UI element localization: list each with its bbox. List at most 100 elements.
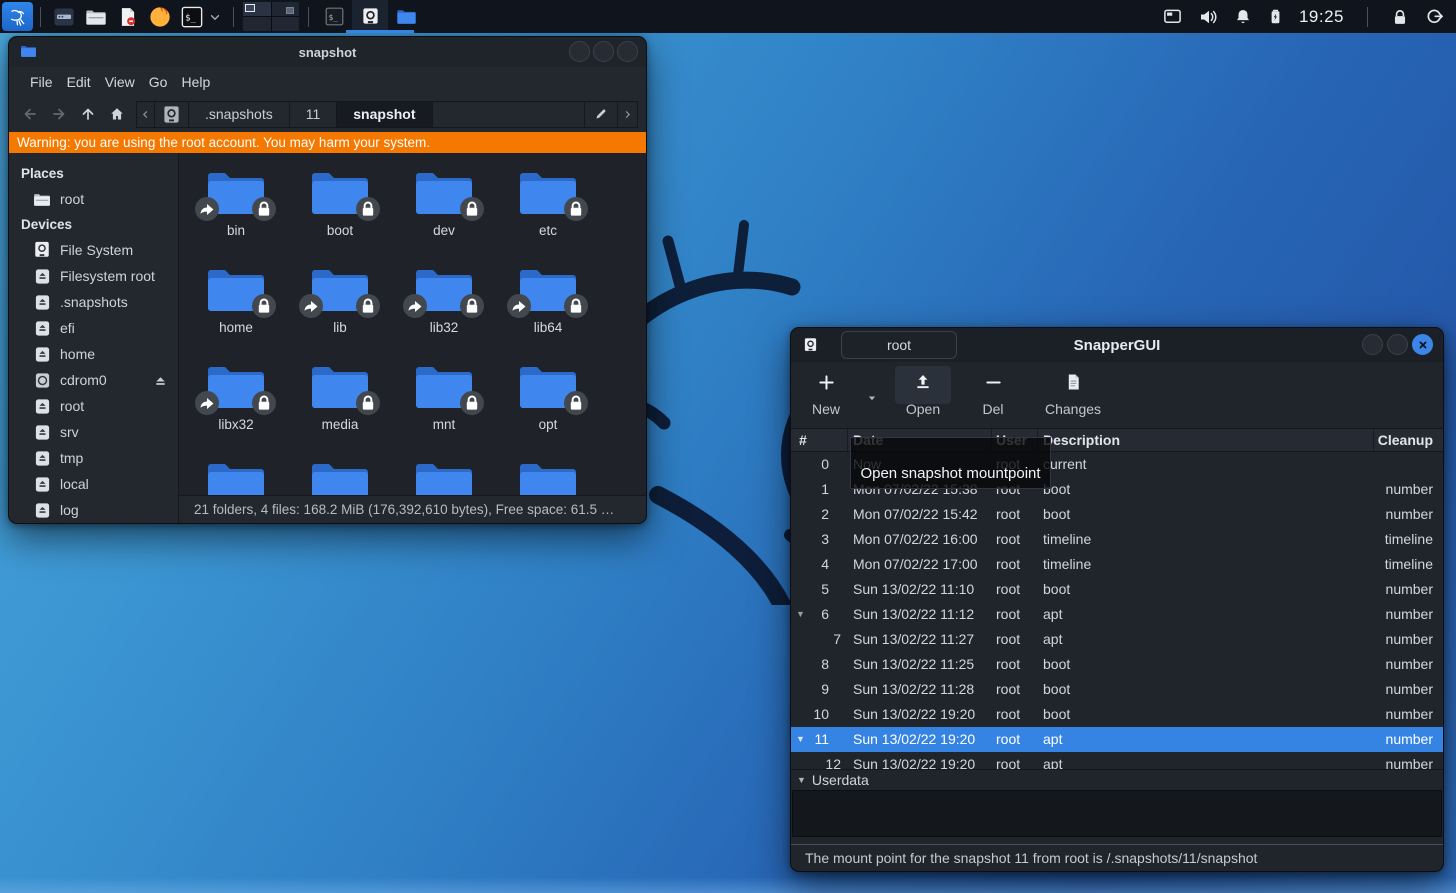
workspace-3[interactable] (243, 17, 271, 31)
new-dropdown-caret-icon[interactable] (867, 393, 877, 403)
folder-item-partial[interactable] (496, 448, 600, 495)
menu-help[interactable]: Help (174, 71, 217, 93)
workspace-4[interactable] (272, 17, 300, 31)
clock[interactable]: 19:25 (1299, 7, 1344, 27)
sidebar-device-srv[interactable]: srv (9, 419, 178, 445)
task-terminal[interactable]: $_ (316, 0, 352, 33)
launcher-file-manager[interactable] (80, 2, 112, 31)
menu-edit[interactable]: Edit (60, 71, 98, 93)
menu-go[interactable]: Go (142, 71, 175, 93)
launcher-terminal[interactable]: $_ (176, 2, 208, 31)
folder-item-partial[interactable] (392, 448, 496, 495)
home-button[interactable] (102, 101, 131, 128)
display-icon[interactable] (1163, 7, 1182, 26)
snapshot-row-3[interactable]: 3Mon 07/02/22 16:00roottimelinetimeline (791, 527, 1443, 552)
snapshot-row-10[interactable]: 10Sun 13/02/22 19:20rootbootnumber (791, 702, 1443, 727)
userdata-section-header[interactable]: ▼ Userdata (791, 769, 1443, 790)
sidebar-device-file-system[interactable]: File System (9, 237, 178, 263)
column-cleanup[interactable]: Cleanup (1378, 429, 1433, 451)
menu-view[interactable]: View (98, 71, 142, 93)
folder-item-home[interactable]: home (184, 254, 288, 351)
workspace-2[interactable] (272, 2, 300, 16)
folder-item-bin[interactable]: bin (184, 157, 288, 254)
folder-item-boot[interactable]: boot (288, 157, 392, 254)
sidebar-place-root[interactable]: root (9, 186, 178, 212)
sidebar-device-snapshots[interactable]: .snapshots (9, 289, 178, 315)
folder-item-dev[interactable]: dev (392, 157, 496, 254)
snapshot-row-6[interactable]: ▼6Sun 13/02/22 11:12rootaptnumber (791, 602, 1443, 627)
folder-item-mnt[interactable]: mnt (392, 351, 496, 448)
minimize-button[interactable] (1362, 334, 1383, 355)
changes-button[interactable]: Changes (1043, 370, 1103, 417)
folder-item-lib32[interactable]: lib32 (392, 254, 496, 351)
close-button[interactable] (617, 41, 638, 62)
snapshot-row-2[interactable]: 2Mon 07/02/22 15:42rootbootnumber (791, 502, 1443, 527)
folder-item-lib[interactable]: lib (288, 254, 392, 351)
folder-item-etc[interactable]: etc (496, 157, 600, 254)
fm-titlebar[interactable]: snapshot (9, 37, 646, 67)
back-button[interactable] (15, 101, 44, 128)
column-number[interactable]: # (799, 429, 807, 451)
close-button[interactable] (1412, 334, 1433, 355)
minimize-button[interactable] (569, 41, 590, 62)
folder-item-lib64[interactable]: lib64 (496, 254, 600, 351)
chevron-down-icon[interactable] (208, 10, 226, 24)
forward-button[interactable] (44, 101, 73, 128)
snapshot-row-5[interactable]: 5Sun 13/02/22 11:10rootbootnumber (791, 577, 1443, 602)
crumb-scroll-right-icon[interactable] (618, 101, 638, 128)
crumb-snapshots[interactable]: .snapshots (189, 102, 290, 127)
column-description[interactable]: Description (1043, 429, 1120, 451)
sidebar-device-root[interactable]: root (9, 393, 178, 419)
launcher-firefox[interactable] (144, 2, 176, 31)
menu-file[interactable]: File (23, 71, 60, 93)
sidebar-device-efi[interactable]: efi (9, 315, 178, 341)
notifications-bell-icon[interactable] (1234, 8, 1252, 26)
eject-icon[interactable] (153, 373, 168, 388)
maximize-button[interactable] (593, 41, 614, 62)
applications-menu-button[interactable] (2, 2, 33, 31)
snapshot-row-7[interactable]: 7Sun 13/02/22 11:27rootaptnumber (791, 627, 1443, 652)
maximize-button[interactable] (1387, 334, 1408, 355)
snapshot-row-4[interactable]: 4Mon 07/02/22 17:00roottimelinetimeline (791, 552, 1443, 577)
snapshot-row-8[interactable]: 8Sun 13/02/22 11:25rootbootnumber (791, 652, 1443, 677)
workspace-1[interactable] (243, 2, 271, 16)
folder-item-opt[interactable]: opt (496, 351, 600, 448)
snapper-titlebar[interactable]: root SnapperGUI (791, 328, 1443, 362)
workspace-pager[interactable] (243, 2, 299, 31)
crumb-11[interactable]: 11 (290, 102, 338, 127)
folder-name: mnt (433, 417, 456, 432)
sidebar-device-local[interactable]: local (9, 471, 178, 497)
folder-item-partial[interactable] (288, 448, 392, 495)
sidebar-device-home[interactable]: home (9, 341, 178, 367)
filesystem-crumb-button[interactable] (155, 102, 189, 127)
task-file-manager[interactable] (388, 0, 424, 33)
crumb-snapshot-current[interactable]: snapshot (337, 102, 432, 127)
folder-item-media[interactable]: media (288, 351, 392, 448)
userdata-content-box[interactable] (792, 790, 1442, 837)
open-snapshot-button[interactable]: Open (898, 370, 948, 417)
snapshot-row-12[interactable]: 12Sun 13/02/22 19:20rootaptnumber (791, 752, 1443, 769)
crumb-scroll-left-icon[interactable] (137, 102, 155, 127)
task-snappergui[interactable] (352, 0, 388, 33)
new-snapshot-button[interactable]: New (801, 370, 851, 417)
terminal-icon: $_ (181, 6, 203, 28)
volume-icon[interactable] (1198, 7, 1218, 27)
terminal-icon: $_ (325, 7, 344, 26)
removable-icon (33, 423, 51, 441)
folder-item-libx32[interactable]: libx32 (184, 351, 288, 448)
snapshot-row-9[interactable]: 9Sun 13/02/22 11:28rootbootnumber (791, 677, 1443, 702)
launcher-text-editor[interactable] (112, 2, 144, 31)
edit-path-pencil-icon[interactable] (584, 102, 617, 127)
sidebar-device-log[interactable]: log (9, 497, 178, 523)
folder-item-partial[interactable] (184, 448, 288, 495)
up-button[interactable] (73, 101, 102, 128)
battery-icon[interactable] (1268, 7, 1283, 26)
sidebar-device-filesystem-root[interactable]: Filesystem root (9, 263, 178, 289)
logout-icon[interactable] (1425, 7, 1444, 26)
delete-snapshot-button[interactable]: Del (968, 370, 1018, 417)
sidebar-device-tmp[interactable]: tmp (9, 445, 178, 471)
launcher-appearance[interactable] (48, 2, 80, 31)
sidebar-device-cdrom0[interactable]: cdrom0 (9, 367, 178, 393)
lock-screen-icon[interactable] (1391, 8, 1409, 26)
snapshot-row-11[interactable]: ▼11Sun 13/02/22 19:20rootaptnumber (791, 727, 1443, 752)
